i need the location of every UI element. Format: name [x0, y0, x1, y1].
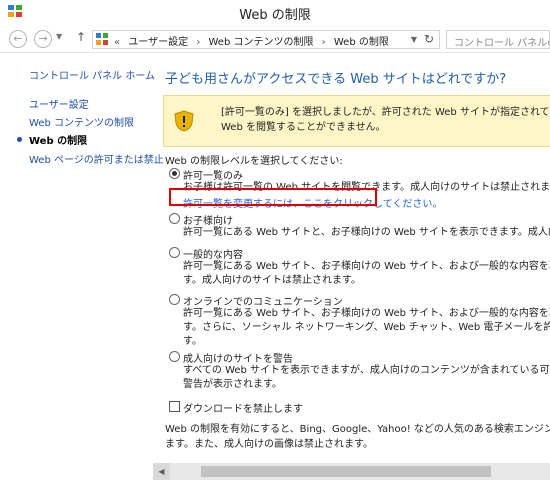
warning-shield-icon	[174, 110, 194, 135]
radio-warn-adult-content[interactable]	[169, 351, 180, 362]
block-downloads-label[interactable]: ダウンロードを禁止します	[183, 400, 303, 415]
breadcrumb-overflow[interactable]: «	[114, 37, 120, 48]
breadcrumb-item[interactable]: Web の制限	[334, 37, 389, 48]
radio-allow-list-only[interactable]	[169, 168, 180, 179]
block-downloads-checkbox[interactable]	[169, 401, 180, 412]
safesearch-note: Web の制限を有効にすると、Bing、Google、Yahoo! などの人気の…	[165, 422, 550, 452]
breadcrumb-item[interactable]: Web コンテンツの制限	[209, 37, 314, 48]
option-label[interactable]: 許可一覧のみ	[183, 167, 243, 182]
warning-line: [許可一覧のみ] を選択しましたが、許可された Web サイトが指定されていませ…	[221, 107, 550, 118]
option-description: 許可一覧にある Web サイトと、お子様向けの Web サイトを表示できます。成…	[183, 226, 550, 240]
horizontal-scrollbar[interactable]: ◀	[153, 463, 550, 480]
description-line: すべての Web サイトを表示できますが、成人向けのコンテンツが含まれている可能…	[183, 365, 550, 376]
back-arrow-icon[interactable]: ←	[9, 30, 27, 48]
description-line: 警告が表示されます。	[183, 379, 282, 390]
description-line: 許可一覧にある Web サイト、お子様向けの Web サイト、および一般的な内容…	[183, 261, 550, 272]
warning-line: Web を閲覧することができません。	[221, 122, 386, 133]
control-panel-icon	[96, 33, 110, 46]
description-line: す。さらに、ソーシャル ネットワーキング、Web チャット、Web 電子メールを…	[183, 322, 550, 333]
forward-arrow-icon[interactable]: →	[34, 30, 52, 48]
sidebar-item-user-settings[interactable]: ユーザー設定	[29, 96, 89, 111]
description-line: 許可一覧にある Web サイト、お子様向けの Web サイト、および一般的な内容…	[183, 308, 550, 319]
page-title: 子ども用さんがアクセスできる Web サイトはどれですか?	[165, 72, 507, 87]
main-content: 子ども用さんがアクセスできる Web サイトはどれですか? [許可一覧のみ] を…	[153, 53, 550, 480]
description-line: 許可一覧にある Web サイトと、お子様向けの Web サイトを表示できます。成…	[183, 227, 550, 238]
option-label[interactable]: オンラインでのコミュニケーション	[183, 293, 343, 308]
radio-online-communication[interactable]	[169, 294, 180, 305]
sidebar-item-web-content-filter[interactable]: Web コンテンツの制限	[29, 114, 134, 129]
current-page-bullet-icon	[17, 137, 22, 142]
refresh-icon[interactable]: ↻	[424, 32, 434, 46]
radio-designed-for-children[interactable]	[169, 213, 180, 224]
breadcrumb-separator[interactable]: ›	[322, 37, 326, 48]
option-label[interactable]: 一般的な内容	[183, 246, 243, 261]
breadcrumb: « ユーザー設定 › Web コンテンツの制限 › Web の制限	[114, 33, 394, 48]
description-line: す。	[183, 336, 202, 347]
warning-banner: [許可一覧のみ] を選択しましたが、許可された Web サイトが指定されていませ…	[163, 95, 550, 147]
scrollbar-thumb[interactable]	[201, 466, 491, 477]
title-bar: Web の制限	[0, 0, 550, 26]
breadcrumb-item[interactable]: ユーザー設定	[128, 37, 188, 48]
sidebar: コントロール パネル ホーム ユーザー設定 Web コンテンツの制限 Web の…	[0, 53, 164, 480]
navigation-bar: ← → ▼ ↑ « ユーザー設定 › Web コンテンツの制限 › Web の制…	[0, 27, 550, 51]
description-line: す。成人向けのサイトは禁止されます。	[183, 275, 361, 286]
highlight-box	[169, 188, 377, 206]
sidebar-item-allow-block-pages[interactable]: Web ページの許可または禁止	[29, 151, 164, 166]
recent-pages-dropdown-icon[interactable]: ▼	[56, 32, 62, 41]
search-input[interactable]: コントロール パネルの検索	[446, 30, 550, 49]
option-description: 許可一覧にある Web サイト、お子様向けの Web サイト、および一般的な内容…	[183, 260, 550, 288]
control-panel-home-link[interactable]: コントロール パネル ホーム	[29, 67, 155, 82]
scroll-left-icon[interactable]: ◀	[153, 463, 170, 480]
warning-text: [許可一覧のみ] を選択しましたが、許可された Web サイトが指定されていませ…	[221, 105, 550, 135]
window-title: Web の制限	[239, 8, 311, 23]
up-arrow-icon[interactable]: ↑	[76, 30, 86, 44]
note-line: ます。また、成人向けの画像は禁止されます。	[165, 439, 373, 450]
sidebar-item-web-restrictions[interactable]: Web の制限	[29, 132, 87, 147]
option-description: 許可一覧にある Web サイト、お子様向けの Web サイト、および一般的な内容…	[183, 307, 550, 349]
radio-general-interest[interactable]	[169, 247, 180, 258]
breadcrumb-separator[interactable]: ›	[196, 37, 200, 48]
address-dropdown-icon[interactable]: ▼	[411, 35, 417, 44]
option-description: すべての Web サイトを表示できますが、成人向けのコンテンツが含まれている可能…	[183, 364, 550, 392]
note-line: Web の制限を有効にすると、Bing、Google、Yahoo! などの人気の…	[165, 424, 550, 435]
restriction-level-label: Web の制限レベルを選択してください:	[165, 156, 343, 167]
option-label[interactable]: 成人向けのサイトを警告	[183, 350, 293, 365]
option-label[interactable]: お子様向け	[183, 212, 233, 227]
address-bar[interactable]: « ユーザー設定 › Web コンテンツの制限 › Web の制限 ▼ ↻	[92, 30, 440, 49]
